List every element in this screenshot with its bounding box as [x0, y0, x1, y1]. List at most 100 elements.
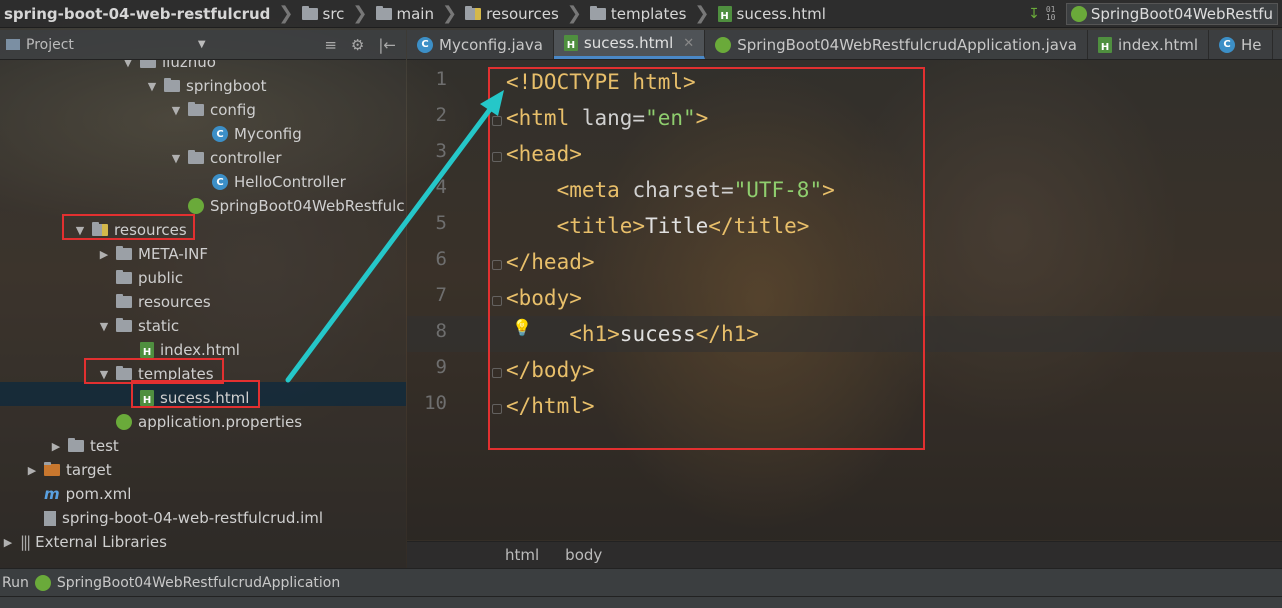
expand-arrow-icon[interactable]: ▶ — [98, 248, 110, 261]
tree-item-label: target — [66, 461, 112, 479]
line-number: 6 — [435, 248, 447, 270]
folder-icon — [116, 246, 132, 260]
collapse-all-icon[interactable]: ≡ — [324, 36, 337, 54]
tree-item[interactable]: C Myconfig — [194, 122, 302, 146]
folder-icon — [116, 294, 132, 308]
editor-crumb-html[interactable]: html — [505, 546, 539, 564]
folder-icon — [188, 102, 204, 116]
expand-arrow-icon[interactable]: ▼ — [98, 320, 110, 333]
download-arrow-icon[interactable]: ↧ — [1028, 6, 1040, 22]
gear-icon[interactable]: ⚙ — [351, 36, 364, 54]
line-number: 3 — [435, 140, 447, 162]
project-view-selector[interactable]: Project ▼ — [0, 37, 206, 53]
html-file-icon: H — [717, 5, 732, 22]
html-file-icon: H — [140, 342, 154, 358]
folder-icon — [188, 150, 204, 164]
html-file-icon: H — [1098, 36, 1113, 53]
tree-item[interactable]: resources — [98, 290, 211, 314]
tree-item-label: SpringBoot04WebRestfulc — [210, 197, 405, 215]
line-number: 9 — [435, 356, 447, 378]
run-label: Run — [2, 574, 29, 591]
tree-item[interactable]: ▼ liuzhuo — [122, 60, 216, 74]
breadcrumb-main[interactable]: main — [370, 5, 440, 23]
editor-tab[interactable]: C He — [1209, 30, 1273, 59]
breadcrumb-project[interactable]: spring-boot-04-web-restfulcrud — [0, 5, 276, 23]
line-number: 1 — [435, 68, 447, 90]
tree-item[interactable]: ▼ springboot — [146, 74, 267, 98]
resources-folder-icon — [465, 5, 482, 20]
folder-icon — [301, 5, 318, 20]
project-panel-header: Project ▼ ≡ ⚙ |← — [0, 30, 406, 60]
tree-item[interactable]: m pom.xml — [26, 482, 131, 506]
tree-item-label: Myconfig — [234, 125, 302, 143]
editor-tab[interactable]: C Myconfig.java — [407, 30, 554, 59]
sucess-html-highlight-box — [131, 380, 260, 408]
tree-item-label: test — [90, 437, 119, 455]
line-number: 10 — [424, 392, 447, 414]
hide-panel-icon[interactable]: |← — [378, 36, 396, 54]
editor-tab[interactable]: Hsucess.html ✕ — [553, 30, 706, 59]
spring-boot-icon — [715, 36, 732, 53]
expand-arrow-icon[interactable]: ▼ — [170, 152, 182, 165]
tree-item[interactable]: application.properties — [98, 410, 302, 434]
tree-item[interactable]: SpringBoot04WebRestfulc — [170, 194, 405, 218]
breadcrumb-separator: ❯ — [278, 3, 294, 24]
folder-icon — [68, 438, 84, 452]
tree-item[interactable]: public — [98, 266, 183, 290]
spring-boot-icon — [1070, 6, 1087, 22]
tree-item[interactable]: ▶ META-INF — [98, 242, 208, 266]
tree-item[interactable]: C HelloController — [194, 170, 346, 194]
run-configuration-selector[interactable]: SpringBoot04WebRestfu — [1065, 3, 1278, 25]
tree-item-label: HelloController — [234, 173, 346, 191]
java-class-icon: C — [212, 174, 228, 190]
navigation-bar: spring-boot-04-web-restfulcrud ❯ src ❯ m… — [0, 0, 1282, 28]
html-file-icon: H — [563, 35, 578, 51]
tree-item[interactable]: ▼ controller — [170, 146, 282, 170]
breadcrumb-src[interactable]: src — [296, 5, 351, 23]
code-highlight-box — [488, 67, 925, 450]
properties-file-icon — [116, 414, 132, 430]
breadcrumb-resources[interactable]: resources — [459, 5, 565, 23]
line-number: 7 — [435, 284, 447, 306]
breadcrumb-templates[interactable]: templates — [584, 5, 693, 23]
tree-item-label: controller — [210, 149, 282, 167]
expand-arrow-icon[interactable]: ▼ — [170, 104, 182, 117]
expand-arrow-icon[interactable]: ▶ — [26, 464, 38, 477]
editor-breadcrumb-bar: html body — [407, 541, 1282, 568]
breadcrumb-separator: ❯ — [352, 3, 368, 24]
tree-item[interactable]: ▼ static — [98, 314, 179, 338]
tree-item[interactable]: ▶ test — [50, 434, 119, 458]
bottom-tool-tabs — [0, 596, 1282, 608]
tree-item[interactable]: ▶ ||| External Libraries — [2, 530, 167, 554]
module-file-icon — [44, 510, 56, 526]
tab-label: Myconfig.java — [439, 35, 543, 54]
line-number: 8 — [435, 320, 447, 342]
expand-arrow-icon[interactable]: ▶ — [2, 536, 14, 549]
target-folder-icon — [44, 462, 60, 476]
breadcrumb-separator: ❯ — [694, 3, 710, 24]
tree-item[interactable]: ▼ config — [170, 98, 256, 122]
libraries-icon: ||| — [20, 533, 31, 551]
tab-label: index.html — [1118, 35, 1198, 54]
expand-arrow-icon[interactable]: ▼ — [122, 60, 134, 69]
tab-label: sucess.html — [583, 34, 674, 52]
tree-item-label: spring-boot-04-web-restfulcrud.iml — [62, 509, 324, 527]
panel-tools: ≡ ⚙ |← — [324, 36, 406, 54]
editor-tab[interactable]: SpringBoot04WebRestfulcrudApplication.ja… — [705, 30, 1089, 59]
binary-icon[interactable]: 01 10 — [1046, 6, 1060, 22]
tree-item[interactable]: spring-boot-04-web-restfulcrud.iml — [26, 506, 323, 530]
expand-arrow-icon[interactable]: ▼ — [146, 80, 158, 93]
folder-icon — [164, 78, 180, 92]
java-class-icon: C — [1219, 36, 1235, 53]
editor-tab[interactable]: Hindex.html — [1088, 30, 1209, 59]
tree-item[interactable]: ▶ target — [26, 458, 112, 482]
breadcrumb-file[interactable]: Hsucess.html — [712, 5, 832, 23]
run-app-name[interactable]: SpringBoot04WebRestfulcrudApplication — [57, 575, 340, 591]
expand-arrow-icon[interactable]: ▶ — [50, 440, 62, 453]
close-icon[interactable]: ✕ — [683, 36, 694, 51]
maven-icon: m — [44, 485, 60, 503]
tab-label: SpringBoot04WebRestfulcrudApplication.ja… — [737, 35, 1078, 54]
editor-crumb-body[interactable]: body — [565, 546, 602, 564]
spring-boot-icon — [188, 198, 204, 214]
folder-icon — [116, 270, 132, 284]
